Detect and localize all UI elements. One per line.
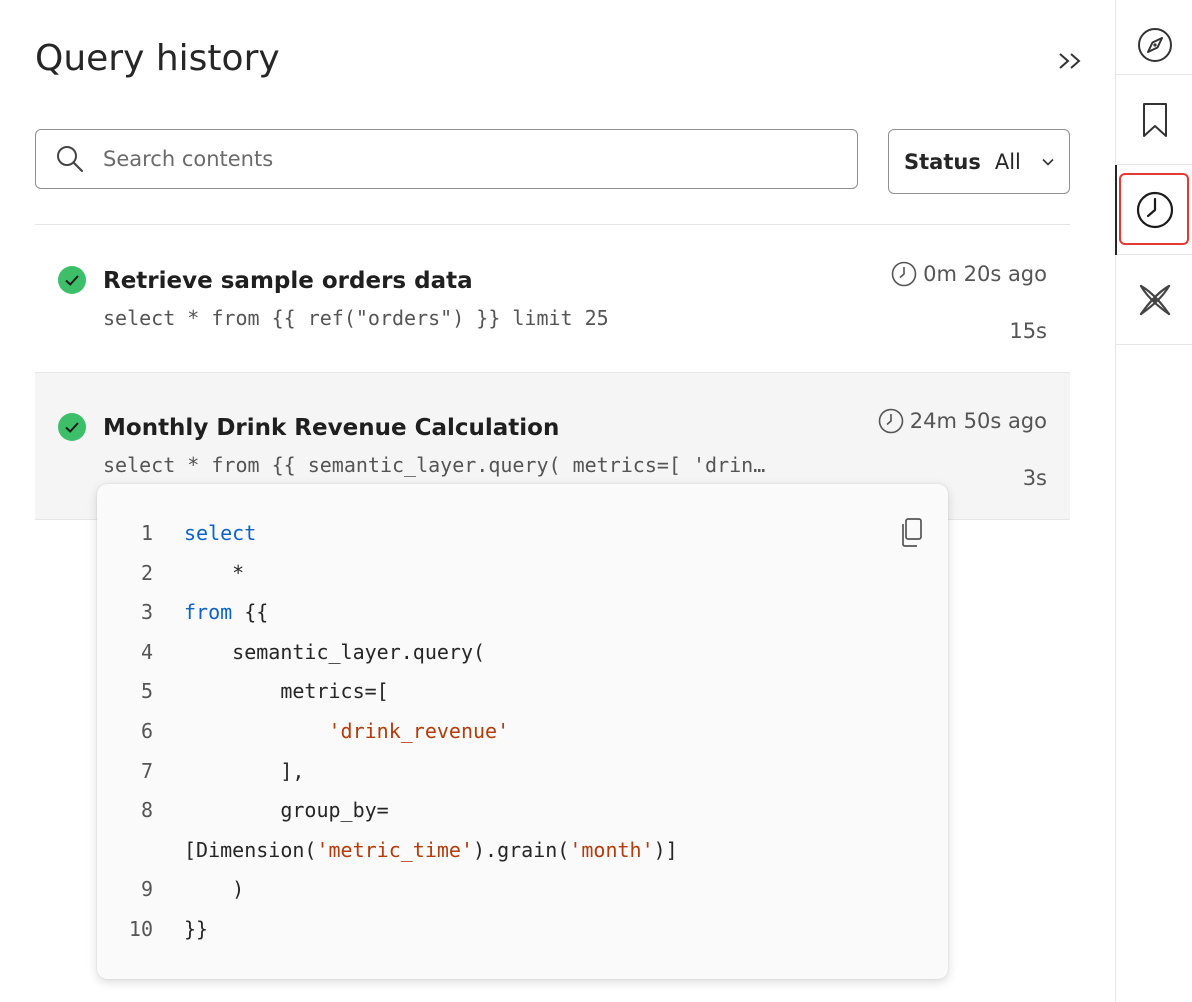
rail-item-explore[interactable] [1116,0,1192,75]
time-ago-text: 0m 20s ago [923,262,1047,286]
code-text: [Dimension('metric_time').grain('month')… [184,831,678,871]
code-token: * [184,560,245,585]
query-time-ago: 0m 20s ago [891,261,1047,287]
page-title: Query history [35,38,280,79]
code-line: 9 ) [97,870,948,910]
code-text: }} [184,910,208,950]
line-number: 4 [140,639,153,664]
rail-item-history[interactable] [1115,165,1192,255]
sql-code-popover: 1 select 2 * 3 from {{4 semantic_layer.query… [97,484,948,979]
collapse-panel-button[interactable] [1054,46,1086,76]
code-line: 10}} [97,910,948,950]
code-token: {{ [232,600,269,625]
sparkle-x-icon [1139,284,1170,315]
clock-icon [878,408,904,434]
code-token: ], [184,758,305,783]
search-box[interactable] [35,129,858,189]
code-line: 7 ], [97,752,948,792]
query-title: Monthly Drink Revenue Calculation [103,415,560,441]
query-item[interactable]: Retrieve sample orders data select * fro… [35,225,1070,372]
code-token: ).grain( [473,837,570,862]
code-string: 'drink_revenue' [328,718,510,743]
clock-icon [1136,191,1173,228]
query-sql-preview: select * from {{ semantic_layer.query( m… [103,453,766,477]
code-string: 'month' [569,837,654,862]
code-token: ) [184,877,245,902]
search-input[interactable] [101,139,857,179]
query-time-ago: 24m 50s ago [878,408,1047,434]
rail-item-saved[interactable] [1116,75,1192,165]
code-line: 1 select [97,514,948,554]
code-keyword: select [184,521,257,545]
code-text: * [184,554,244,594]
query-title: Retrieve sample orders data [103,268,473,294]
line-number: 8 [140,798,153,823]
chevron-down-icon [1042,158,1054,166]
line-number: 6 [140,718,153,743]
double-chevron-right-icon [1059,53,1081,69]
line-number: 2 [140,560,153,585]
right-rail [1115,0,1192,1002]
code-text: select [184,514,256,554]
bookmark-icon [1142,102,1167,137]
rail-item-ai[interactable] [1116,255,1192,345]
success-check-icon [58,266,86,294]
line-number: 10 [128,916,153,941]
time-ago-text: 24m 50s ago [909,409,1047,433]
line-number: 9 [140,877,153,902]
code-token: )] [653,837,678,862]
success-check-icon [58,413,86,441]
query-history-panel: Query history Status All Retrieve sample… [0,0,1116,1002]
line-number: 1 [140,521,153,545]
code-token: [Dimension( [184,837,317,862]
status-filter-value: All [994,149,1021,174]
line-number: 5 [140,679,153,704]
query-duration: 15s [1009,319,1047,343]
code-line: 4 semantic_layer.query( [97,633,948,673]
code-token: metrics=[ [184,679,389,704]
code-text: group_by= [184,791,389,831]
code-keyword: from [184,600,233,625]
code-line: 3 from {{ [97,593,948,633]
status-filter-label: Status [904,149,981,174]
status-filter-dropdown[interactable]: Status All [888,129,1070,194]
code-line: 8 group_by= [97,791,948,831]
code-text: 'drink_revenue' [184,712,510,752]
code-text: metrics=[ [184,672,389,712]
code-token: }} [184,916,209,941]
code-line: 2 * [97,554,948,594]
code-line: 6 'drink_revenue' [97,712,948,752]
code-text: ) [184,870,244,910]
code-text: semantic_layer.query( [184,633,485,673]
query-sql-preview: select * from {{ ref("orders") }} limit … [103,306,609,330]
code-text: from {{ [184,593,268,633]
code-line: 5 metrics=[ [97,672,948,712]
code-string: 'metric_time' [316,837,473,862]
code-line: [Dimension('metric_time').grain('month')… [97,831,948,871]
code-text: ], [184,752,304,792]
compass-icon [1137,27,1172,62]
search-icon [57,146,84,173]
query-duration: 3s [1022,466,1047,490]
code-token: group_by= [184,798,389,823]
line-number: 7 [140,758,153,783]
code-token: semantic_layer.query( [184,639,486,664]
clock-icon [891,261,917,287]
line-number: 3 [140,600,153,625]
code-lines: 1 select 2 * 3 from {{4 semantic_layer.query… [97,514,948,950]
